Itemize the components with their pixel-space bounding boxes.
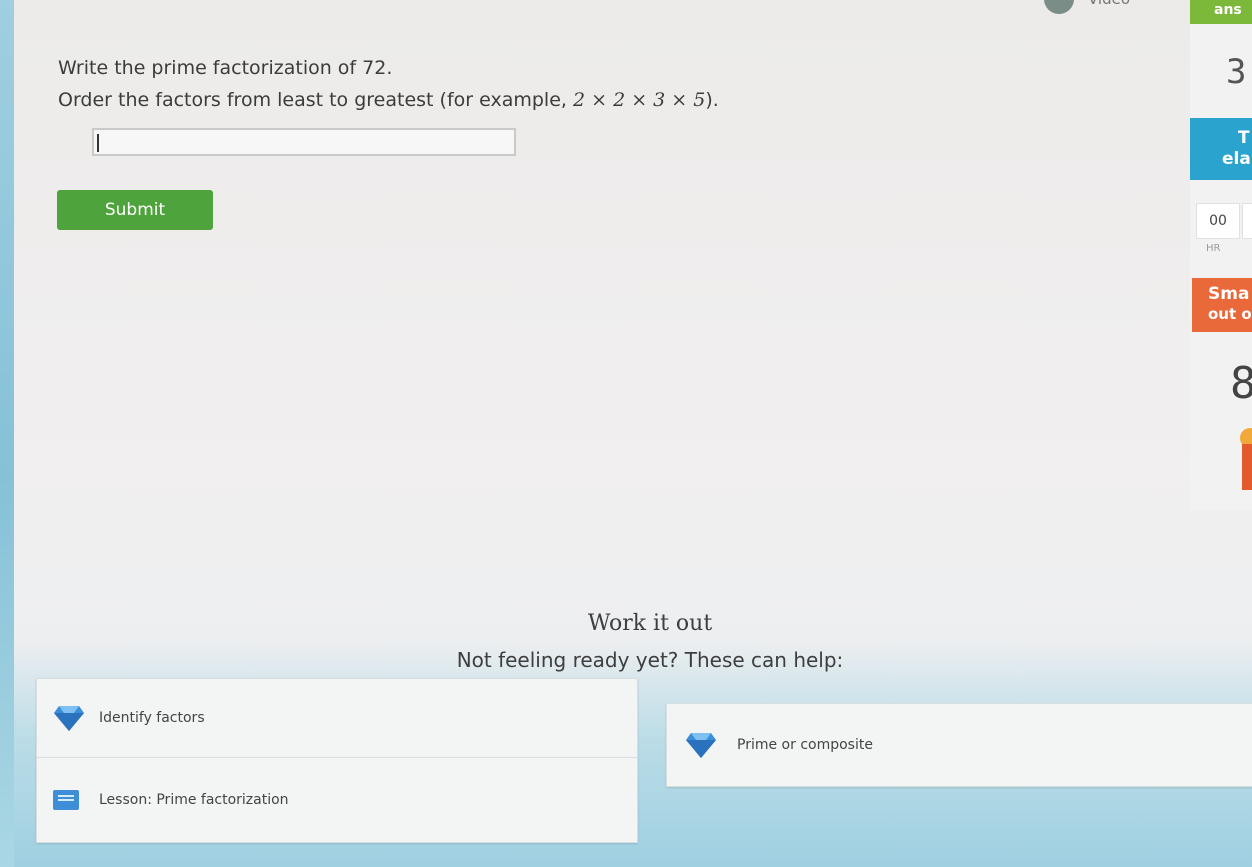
award-ribbon-icon xyxy=(1240,428,1252,490)
time-elapsed-title: T xyxy=(1238,128,1250,148)
smartscore-title: Sma xyxy=(1208,284,1250,304)
questions-answered-count: 3 xyxy=(1226,52,1247,92)
time-elapsed-box: T ela xyxy=(1190,118,1252,180)
hours-value: 00 xyxy=(1196,203,1240,239)
question-line-2-suffix: ). xyxy=(705,89,719,111)
minutes-box xyxy=(1242,203,1252,239)
lesson-icon xyxy=(53,790,79,810)
answer-input[interactable] xyxy=(92,128,516,156)
question-line-2-prefix: Order the factors from least to greatest… xyxy=(58,89,573,111)
question-line-1: Write the prime factorization of 72. xyxy=(58,57,393,79)
help-prompt: Not feeling ready yet? These can help: xyxy=(456,648,844,672)
work-it-out-title: Work it out xyxy=(587,611,713,636)
diamond-icon xyxy=(686,733,716,758)
video-link[interactable]: Video xyxy=(1088,0,1130,8)
help-card-label: Identify factors xyxy=(99,710,205,726)
questions-answered-header: ans xyxy=(1190,0,1252,24)
hours-label: HR xyxy=(1206,243,1221,254)
help-card-lesson-prime-factorization[interactable]: Lesson: Prime factorization xyxy=(36,757,638,843)
smartscore-subtitle: out o xyxy=(1208,305,1252,323)
smartscore-value: 8 xyxy=(1230,358,1252,409)
diamond-icon xyxy=(54,706,84,731)
time-elapsed-subtitle: ela xyxy=(1222,149,1251,169)
example-math: 2 × 2 × 3 × 5 xyxy=(572,89,706,111)
help-card-prime-or-composite[interactable]: Prime or composite xyxy=(666,703,1252,787)
help-card-label: Prime or composite xyxy=(737,737,873,753)
smartscore-box: Sma out o xyxy=(1192,278,1252,332)
submit-button[interactable]: Submit xyxy=(57,190,213,230)
question-line-2: Order the factors from least to greatest… xyxy=(58,84,719,116)
help-card-label: Lesson: Prime factorization xyxy=(99,792,289,808)
question-text: Write the prime factorization of 72. Ord… xyxy=(58,52,719,116)
help-card-identify-factors[interactable]: Identify factors xyxy=(36,678,638,758)
